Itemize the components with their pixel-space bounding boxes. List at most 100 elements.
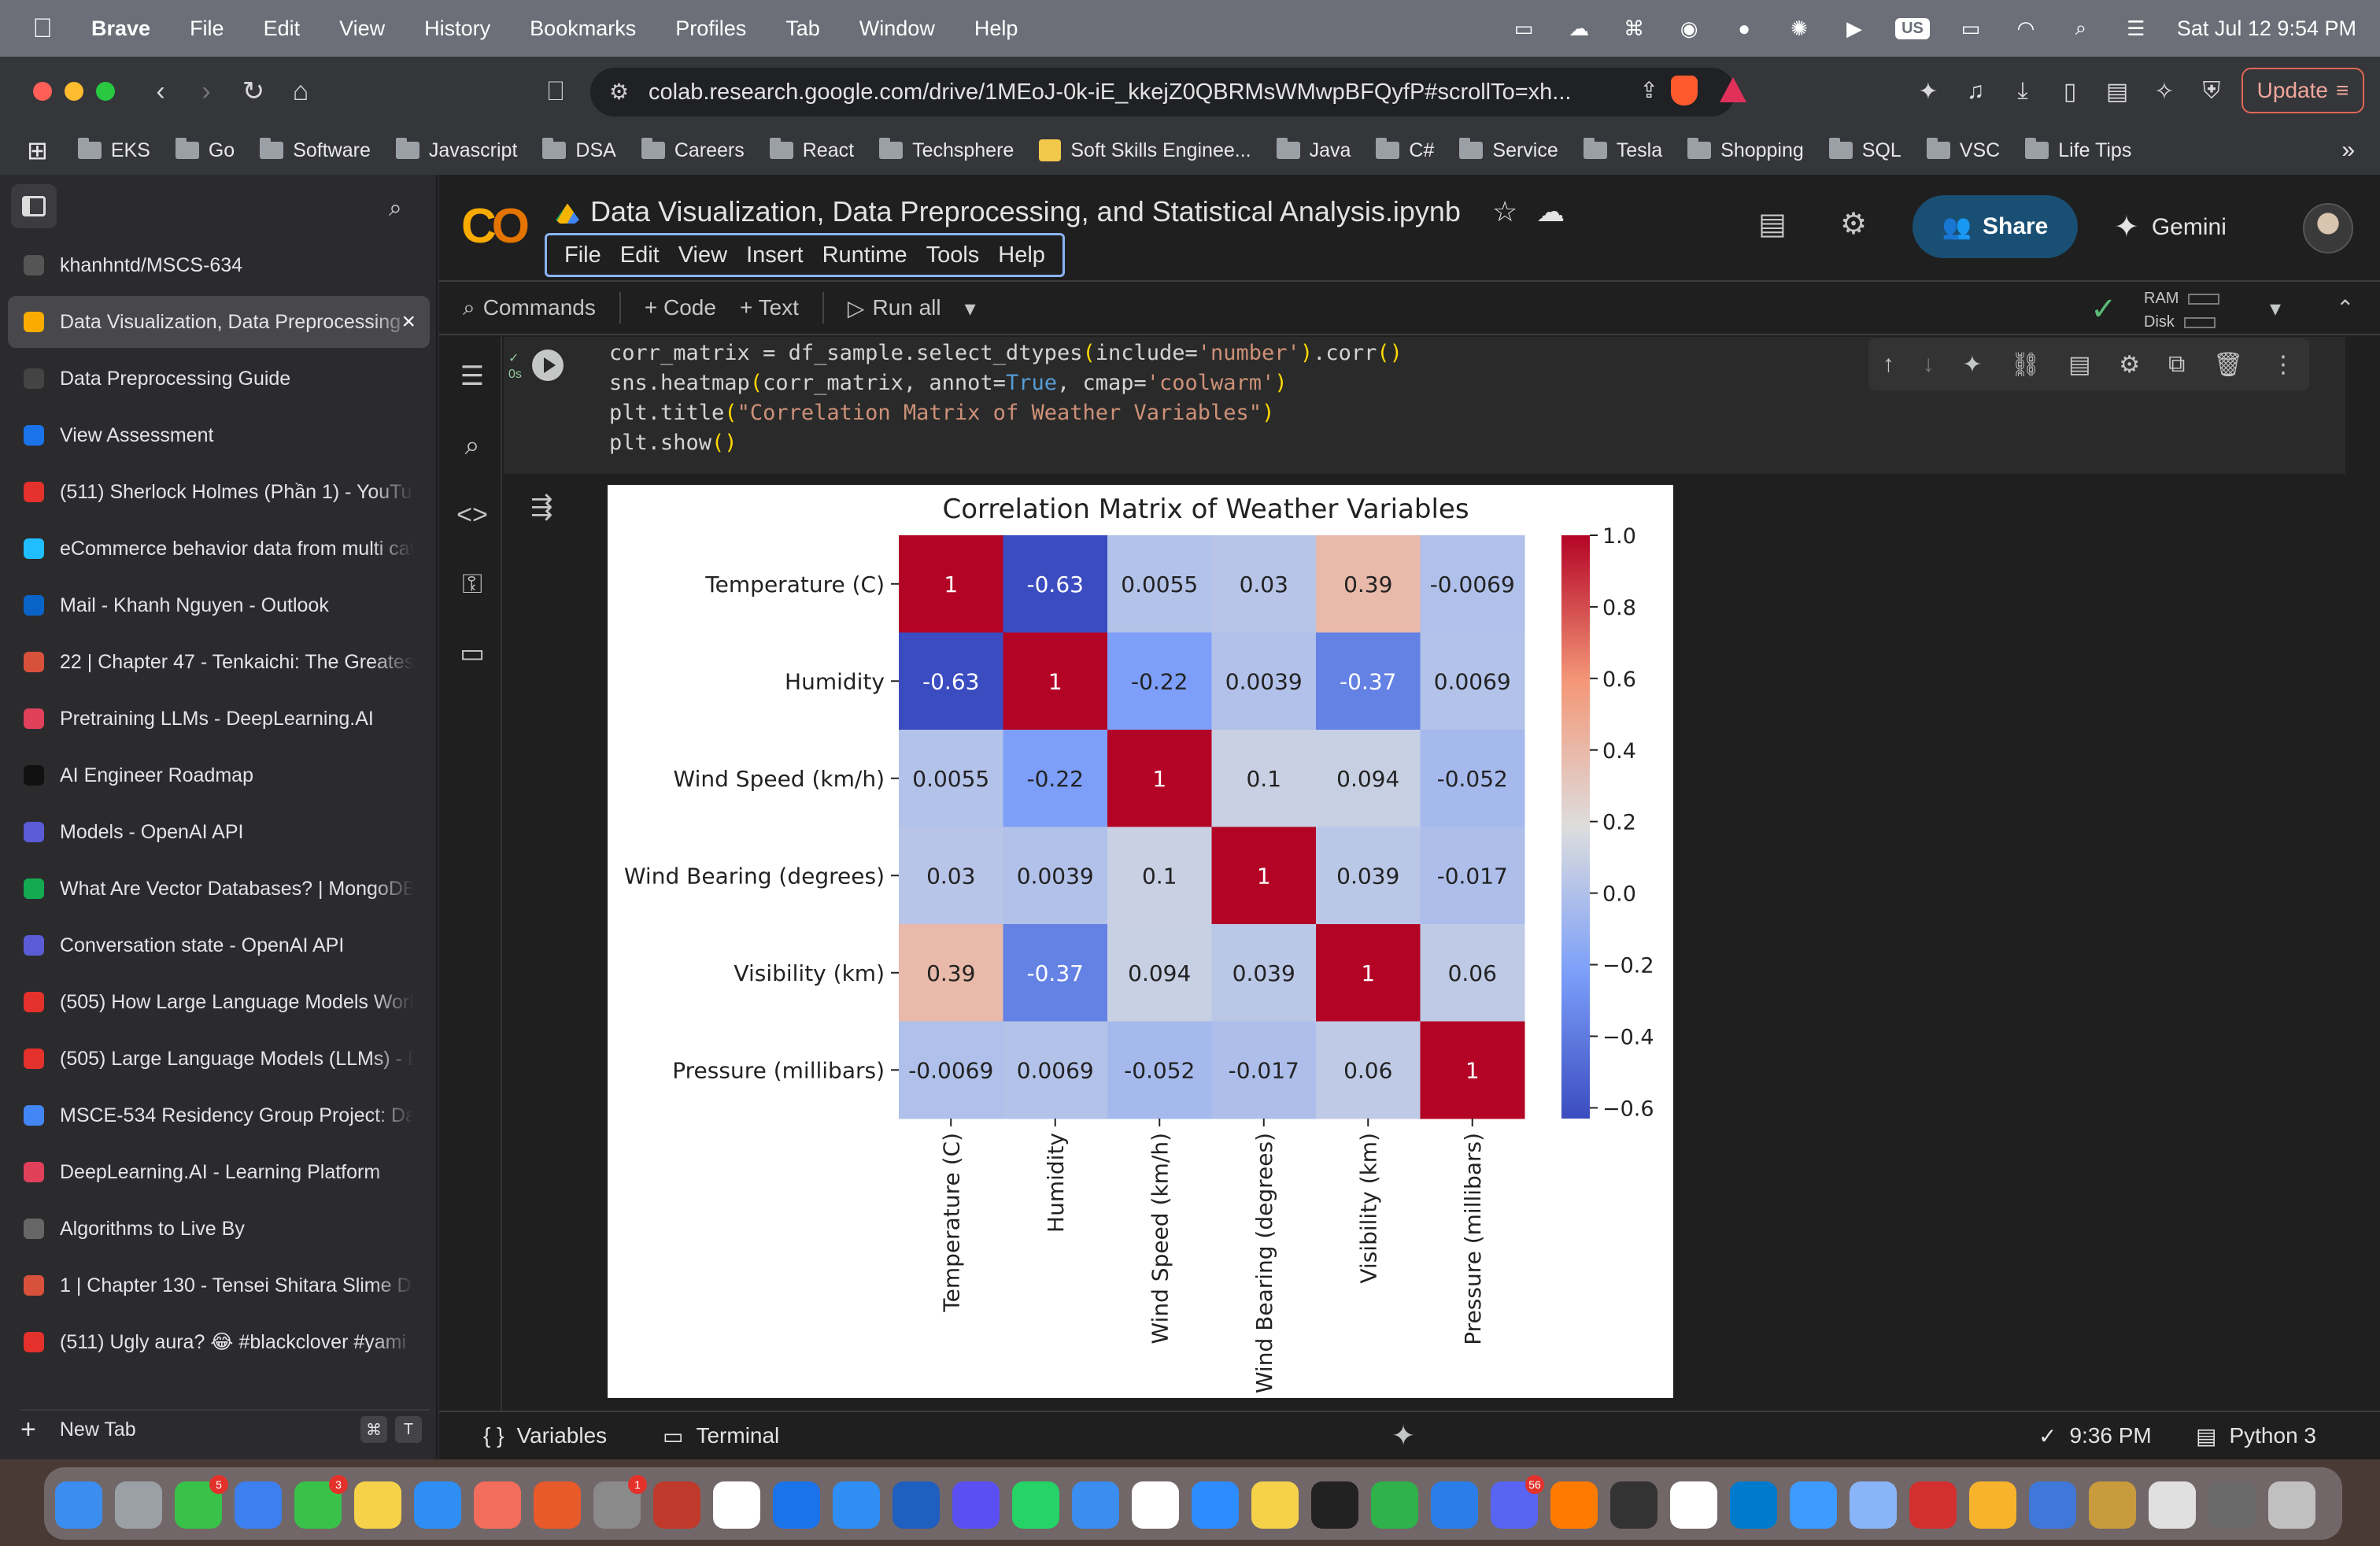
screen-icon[interactable] (893, 1481, 940, 1529)
add-code-button[interactable]: + Code (645, 295, 716, 320)
table-of-contents-icon[interactable]: ☰ (455, 359, 490, 394)
facetime-icon[interactable]: 3 (294, 1475, 348, 1529)
gear-app-icon[interactable]: ✺ (1785, 17, 1813, 40)
menu-file[interactable]: File (564, 242, 601, 268)
input-source-badge[interactable]: US (1895, 17, 1930, 39)
code-snippets-icon[interactable]: <> (455, 497, 490, 532)
resource-monitor[interactable]: RAM Disk (2144, 287, 2220, 334)
terminal-icon[interactable] (1311, 1481, 1358, 1529)
wallet-icon[interactable]: ▤ (2100, 74, 2134, 109)
find-icon[interactable]: ⌕ (455, 428, 490, 463)
preview-icon[interactable] (653, 1481, 700, 1529)
vs-icon[interactable] (833, 1481, 880, 1529)
launchpad-icon[interactable] (115, 1481, 162, 1529)
bookmark-folder[interactable]: Service (1459, 138, 1558, 162)
menubar-item-help[interactable]: Help (974, 17, 1018, 41)
bookmark-folder[interactable]: Tesla (1583, 138, 1662, 162)
app-store-icon[interactable] (235, 1481, 282, 1529)
more-options-icon[interactable]: ⋮ (2271, 351, 2295, 379)
add-text-button[interactable]: + Text (740, 295, 799, 320)
downloads-icon[interactable]: ⤓ (2005, 74, 2040, 109)
office-icon[interactable] (1909, 1481, 1957, 1529)
sidebar-tab[interactable]: Algorithms to Live By (8, 1203, 430, 1255)
brave-shields-icon[interactable] (1671, 76, 1698, 105)
output-options-icon[interactable]: ⇶ (530, 491, 553, 523)
sidebar-tab[interactable]: What Are Vector Databases? | MongoDB (8, 863, 430, 915)
commands-button[interactable]: ⌕ Commands (463, 295, 596, 321)
spotlight-search-icon[interactable]: ⌕ (2067, 16, 2095, 40)
home-icon[interactable]: ⌂ (283, 74, 318, 109)
bookmark-icon[interactable]: ⎕ (538, 74, 573, 109)
gemini-sparkle-icon[interactable]: ✦ (1962, 351, 1982, 379)
sidebar-tab[interactable]: khanhntd/MSCS-634 (8, 239, 430, 291)
colab-logo[interactable]: CO (461, 198, 530, 254)
battery-icon[interactable]: ▭ (1957, 17, 1985, 40)
sidebar-tab[interactable]: (511) Ugly aura? 😂 #blackclover #yami (8, 1316, 430, 1368)
bookmark-folder[interactable]: Life Tips (2025, 138, 2131, 162)
sidebar-tab[interactable]: View Assessment (8, 409, 430, 461)
new-tab-button[interactable]: + New Tab ⌘ T (20, 1409, 430, 1448)
address-bar[interactable]: ⚙ colab.research.google.com/drive/1MEoJ-… (590, 68, 1746, 117)
menubar-item-file[interactable]: File (190, 17, 224, 41)
secrets-key-icon[interactable]: ⚿ (455, 567, 490, 601)
sidebar-tab[interactable]: (505) How Large Language Models Work (8, 976, 430, 1028)
link-icon[interactable]: ⛓ (2010, 351, 2040, 379)
bookmark-folder[interactable]: EKS (77, 138, 150, 162)
forward-icon[interactable]: › (189, 74, 224, 109)
star-icon[interactable]: ☆ (1492, 195, 1517, 227)
terminal-button[interactable]: ▭ Terminal (663, 1423, 779, 1449)
bookmark-folder[interactable]: Shopping (1687, 138, 1804, 162)
whatsapp-icon[interactable] (1012, 1481, 1059, 1529)
move-up-icon[interactable]: ↑ (1883, 351, 1894, 378)
menubar-item-edit[interactable]: Edit (264, 17, 301, 41)
sidebar-tab[interactable]: 1 | Chapter 130 - Tensei Shitara Slime D… (8, 1259, 430, 1311)
menubar-item-window[interactable]: Window (859, 17, 935, 41)
comments-icon[interactable]: ▤ (1758, 206, 1787, 242)
sidebar-tab[interactable]: AI Engineer Roadmap (8, 749, 430, 801)
bookmark-folder[interactable]: SQL (1828, 138, 1901, 162)
gemini-sparkle-icon[interactable]: ✦ (1391, 1419, 1415, 1452)
appstore-icon[interactable] (414, 1481, 461, 1529)
cloud-save-icon[interactable]: ☁ (1536, 195, 1565, 227)
bookmark-folder[interactable]: Javascript (395, 138, 517, 162)
documents-icon[interactable] (2149, 1481, 2196, 1529)
stickies-icon[interactable] (1251, 1481, 1299, 1529)
bookmark-folder[interactable]: React (769, 138, 854, 162)
finder-icon[interactable] (55, 1481, 102, 1529)
bookmark-folder[interactable]: Techsphere (879, 138, 1014, 162)
notebook-title[interactable]: Data Visualization, Data Preprocessing, … (556, 195, 1565, 228)
kernel-status[interactable]: ▤ Python 3 (2196, 1423, 2316, 1449)
sidebar-toggle-icon[interactable]: ▯ (2053, 74, 2087, 109)
cloud-icon[interactable] (1072, 1481, 1119, 1529)
menu-view[interactable]: View (678, 242, 727, 268)
cloud-sync-icon[interactable]: ☁ (1565, 17, 1593, 40)
more-bookmarks-icon[interactable]: » (2341, 137, 2355, 164)
update-button[interactable]: Update ≡ (2241, 68, 2364, 113)
bookmark-folder[interactable]: Java (1276, 138, 1351, 162)
reload-icon[interactable]: ↻ (236, 74, 271, 109)
runtime-dropdown-icon[interactable]: ▾ (2270, 295, 2281, 321)
mirror-cell-icon[interactable]: ⧉ (2168, 351, 2185, 378)
site-settings-icon[interactable]: ⚙ (609, 79, 629, 105)
variables-button[interactable]: { } Variables (483, 1423, 607, 1448)
move-down-icon[interactable]: ↓ (1923, 351, 1935, 378)
cell-settings-icon[interactable]: ⚙ (2119, 351, 2140, 379)
share-icon[interactable]: ⇪ (1640, 77, 1658, 103)
menu-tools[interactable]: Tools (926, 242, 980, 268)
avatar[interactable] (2303, 203, 2353, 253)
run-all-button[interactable]: ▷ Run all (848, 295, 941, 321)
sidebar-tab[interactable]: MSCE-534 Residency Group Project: Data (8, 1089, 430, 1141)
files-folder-icon[interactable]: ▭ (455, 636, 490, 671)
sidebar-tab[interactable]: (511) Sherlock Holmes (Phần 1) - YouTube (8, 466, 430, 518)
sidebar-tab[interactable]: Mail - Khanh Nguyen - Outlook (8, 579, 430, 631)
status-circle-icon[interactable]: ● (1730, 17, 1758, 40)
sidebar-tab[interactable]: eCommerce behavior data from multi categ… (8, 523, 430, 575)
screen-mirror-icon[interactable]: ▭ (1510, 17, 1538, 40)
sidebar-panel-icon[interactable] (11, 184, 57, 228)
vscode-icon[interactable] (1730, 1481, 1777, 1529)
numbers-icon[interactable] (1371, 1481, 1418, 1529)
menubar-datetime[interactable]: Sat Jul 12 9:54 PM (2177, 17, 2356, 41)
vpn-shield-icon[interactable]: ⛨ (2194, 74, 2229, 109)
wifi-icon[interactable]: ◠ (2012, 17, 2040, 40)
zoom-icon[interactable] (1192, 1481, 1239, 1529)
